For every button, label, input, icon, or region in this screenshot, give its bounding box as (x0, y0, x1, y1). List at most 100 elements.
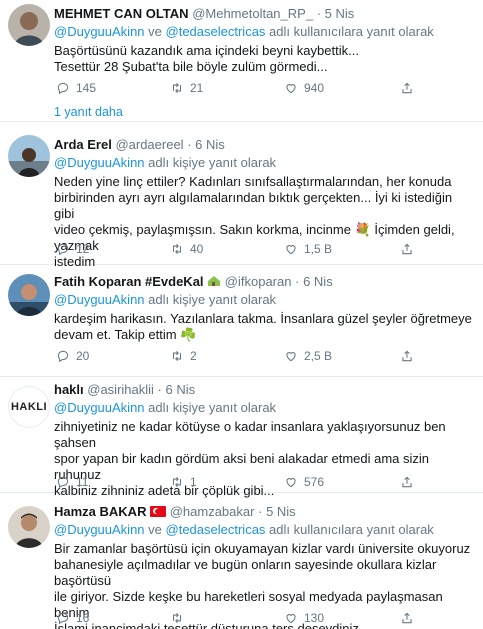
user-handle[interactable]: @ifkoparan (225, 274, 292, 289)
reply-count: 16 (76, 611, 90, 625)
reply-button[interactable]: 145 (56, 80, 96, 96)
retweet-icon (172, 612, 182, 624)
like-button[interactable]: 130 (284, 610, 324, 626)
tweet-actions: 16 130 (54, 610, 474, 626)
tweet-header: Hamza BAKAR @hamzabakar · 5 Nis (54, 504, 475, 520)
avatar-logo-text: HAKLI (8, 386, 50, 428)
share-button[interactable] (400, 348, 420, 364)
like-count: 2,5 B (304, 349, 333, 363)
tweet-time[interactable]: 5 Nis (325, 6, 355, 21)
reply-icon (57, 82, 69, 95)
reply-icon (57, 350, 69, 363)
share-icon (402, 243, 412, 255)
avatar[interactable] (8, 135, 50, 177)
reply-button[interactable]: 20 (56, 348, 89, 364)
share-icon (402, 350, 412, 362)
display-name[interactable]: MEHMET CAN OLTAN (54, 6, 189, 21)
user-handle[interactable]: @ardaereel (115, 137, 183, 152)
share-button[interactable] (400, 241, 420, 257)
retweet-button[interactable]: 21 (170, 80, 203, 96)
heart-icon (286, 478, 296, 488)
separator: · (187, 137, 192, 152)
share-button[interactable] (400, 610, 420, 626)
display-name[interactable]: haklı (54, 382, 84, 397)
share-icon (402, 82, 412, 94)
mention-link[interactable]: @DuyguuAkinn (54, 522, 145, 537)
tweet-text: Başörtüsünü kazandık ama içindeki beyni … (54, 43, 359, 74)
avatar[interactable] (8, 506, 50, 548)
mention-link[interactable]: @DuyguuAkinn (54, 24, 145, 39)
display-name[interactable]: Fatih Koparan #EvdeKal (54, 274, 204, 289)
retweet-button[interactable] (170, 610, 202, 626)
separator: · (316, 6, 322, 21)
like-count: 576 (304, 475, 325, 489)
reply-button[interactable]: 16 (56, 610, 89, 626)
tweet[interactable]: HAKLI haklı @asirihaklii · 6 Nis @Duyguu… (0, 378, 483, 498)
display-name[interactable]: Arda Erel (54, 137, 112, 152)
tweet-header: MEHMET CAN OLTAN @Mehmetoltan_RP_ · 5 Ni… (54, 6, 475, 22)
mention-link[interactable]: @tedaselectricas (166, 24, 266, 39)
tweet-time[interactable]: 6 Nis (195, 137, 225, 152)
mention-link[interactable]: @DuyguuAkinn (54, 400, 145, 415)
retweet-button[interactable]: 40 (170, 241, 203, 257)
reply-icon (57, 243, 69, 256)
reply-suffix: adlı kullanıcılara yanıt olarak (269, 24, 434, 39)
avatar[interactable] (8, 274, 50, 316)
reply-button[interactable]: 11 (56, 474, 88, 490)
reply-button[interactable]: 12 (56, 241, 89, 257)
reply-icon (57, 476, 69, 489)
reply-suffix: adlı kişiye yanıt olarak (148, 155, 277, 170)
reply-context: @DuyguuAkinn ve @tedaselectricas adlı ku… (54, 522, 475, 538)
reply-suffix: adlı kullanıcılara yanıt olarak (269, 522, 434, 537)
reply-count: 20 (76, 349, 90, 363)
avatar-photo-icon (8, 274, 50, 316)
tweet[interactable]: Arda Erel @ardaereel · 6 Nis @DuyguuAkin… (0, 123, 483, 269)
mention-link[interactable]: @tedaselectricas (166, 522, 266, 537)
share-button[interactable] (400, 80, 420, 96)
house-emoji-icon (208, 276, 221, 286)
like-count: 130 (304, 611, 325, 625)
like-button[interactable]: 2,5 B (284, 348, 332, 364)
reply-count: 11 (76, 475, 89, 489)
retweet-count: 40 (190, 242, 204, 256)
share-icon (402, 612, 412, 624)
like-button[interactable]: 940 (284, 80, 324, 96)
more-replies-link[interactable]: 1 yanıt daha (54, 105, 123, 119)
retweet-button[interactable]: 1 (170, 474, 202, 490)
mention-link[interactable]: @DuyguuAkinn (54, 155, 145, 170)
heart-icon (286, 84, 296, 94)
mention-joiner: ve (148, 522, 162, 537)
separator: · (157, 382, 162, 397)
tweet-actions: 20 2 2,5 B (54, 348, 474, 364)
reply-count: 145 (76, 81, 97, 95)
avatar-photo-icon (8, 506, 50, 548)
reply-count: 12 (76, 242, 90, 256)
share-button[interactable] (400, 474, 420, 490)
reply-context: @DuyguuAkinn adlı kişiye yanıt olarak (54, 400, 475, 416)
tweet[interactable]: MEHMET CAN OLTAN @Mehmetoltan_RP_ · 5 Ni… (0, 0, 483, 122)
like-button[interactable]: 1,5 B (284, 241, 332, 257)
tweet-time[interactable]: 6 Nis (166, 382, 196, 397)
user-handle[interactable]: @Mehmetoltan_RP_ (192, 6, 313, 21)
heart-icon (286, 614, 296, 624)
reply-context: @DuyguuAkinn ve @tedaselectricas adlı ku… (54, 24, 475, 40)
retweet-count: 2 (190, 349, 197, 363)
avatar[interactable]: HAKLI (8, 386, 50, 428)
retweet-button[interactable]: 2 (170, 348, 202, 364)
retweet-count: 21 (190, 81, 204, 95)
display-name[interactable]: Hamza BAKAR (54, 504, 146, 519)
user-handle[interactable]: @asirihaklii (87, 382, 154, 397)
mention-link[interactable]: @DuyguuAkinn (54, 292, 145, 307)
heart-icon (286, 352, 296, 362)
tweet[interactable]: Hamza BAKAR @hamzabakar · 5 Nis @DuyguuA… (0, 494, 483, 629)
tweet-header: Fatih Koparan #EvdeKal @ifkoparan · 6 Ni… (54, 274, 475, 290)
avatar[interactable] (8, 4, 50, 46)
like-button[interactable]: 576 (284, 474, 324, 490)
retweet-icon (172, 243, 182, 255)
reply-icon (57, 612, 69, 625)
tweet-time[interactable]: 5 Nis (266, 504, 296, 519)
tweet-time[interactable]: 6 Nis (303, 274, 333, 289)
tweet[interactable]: Fatih Koparan #EvdeKal @ifkoparan · 6 Ni… (0, 266, 483, 377)
user-handle[interactable]: @hamzabakar (170, 504, 255, 519)
tweet-actions: 12 40 1,5 B (54, 241, 474, 257)
